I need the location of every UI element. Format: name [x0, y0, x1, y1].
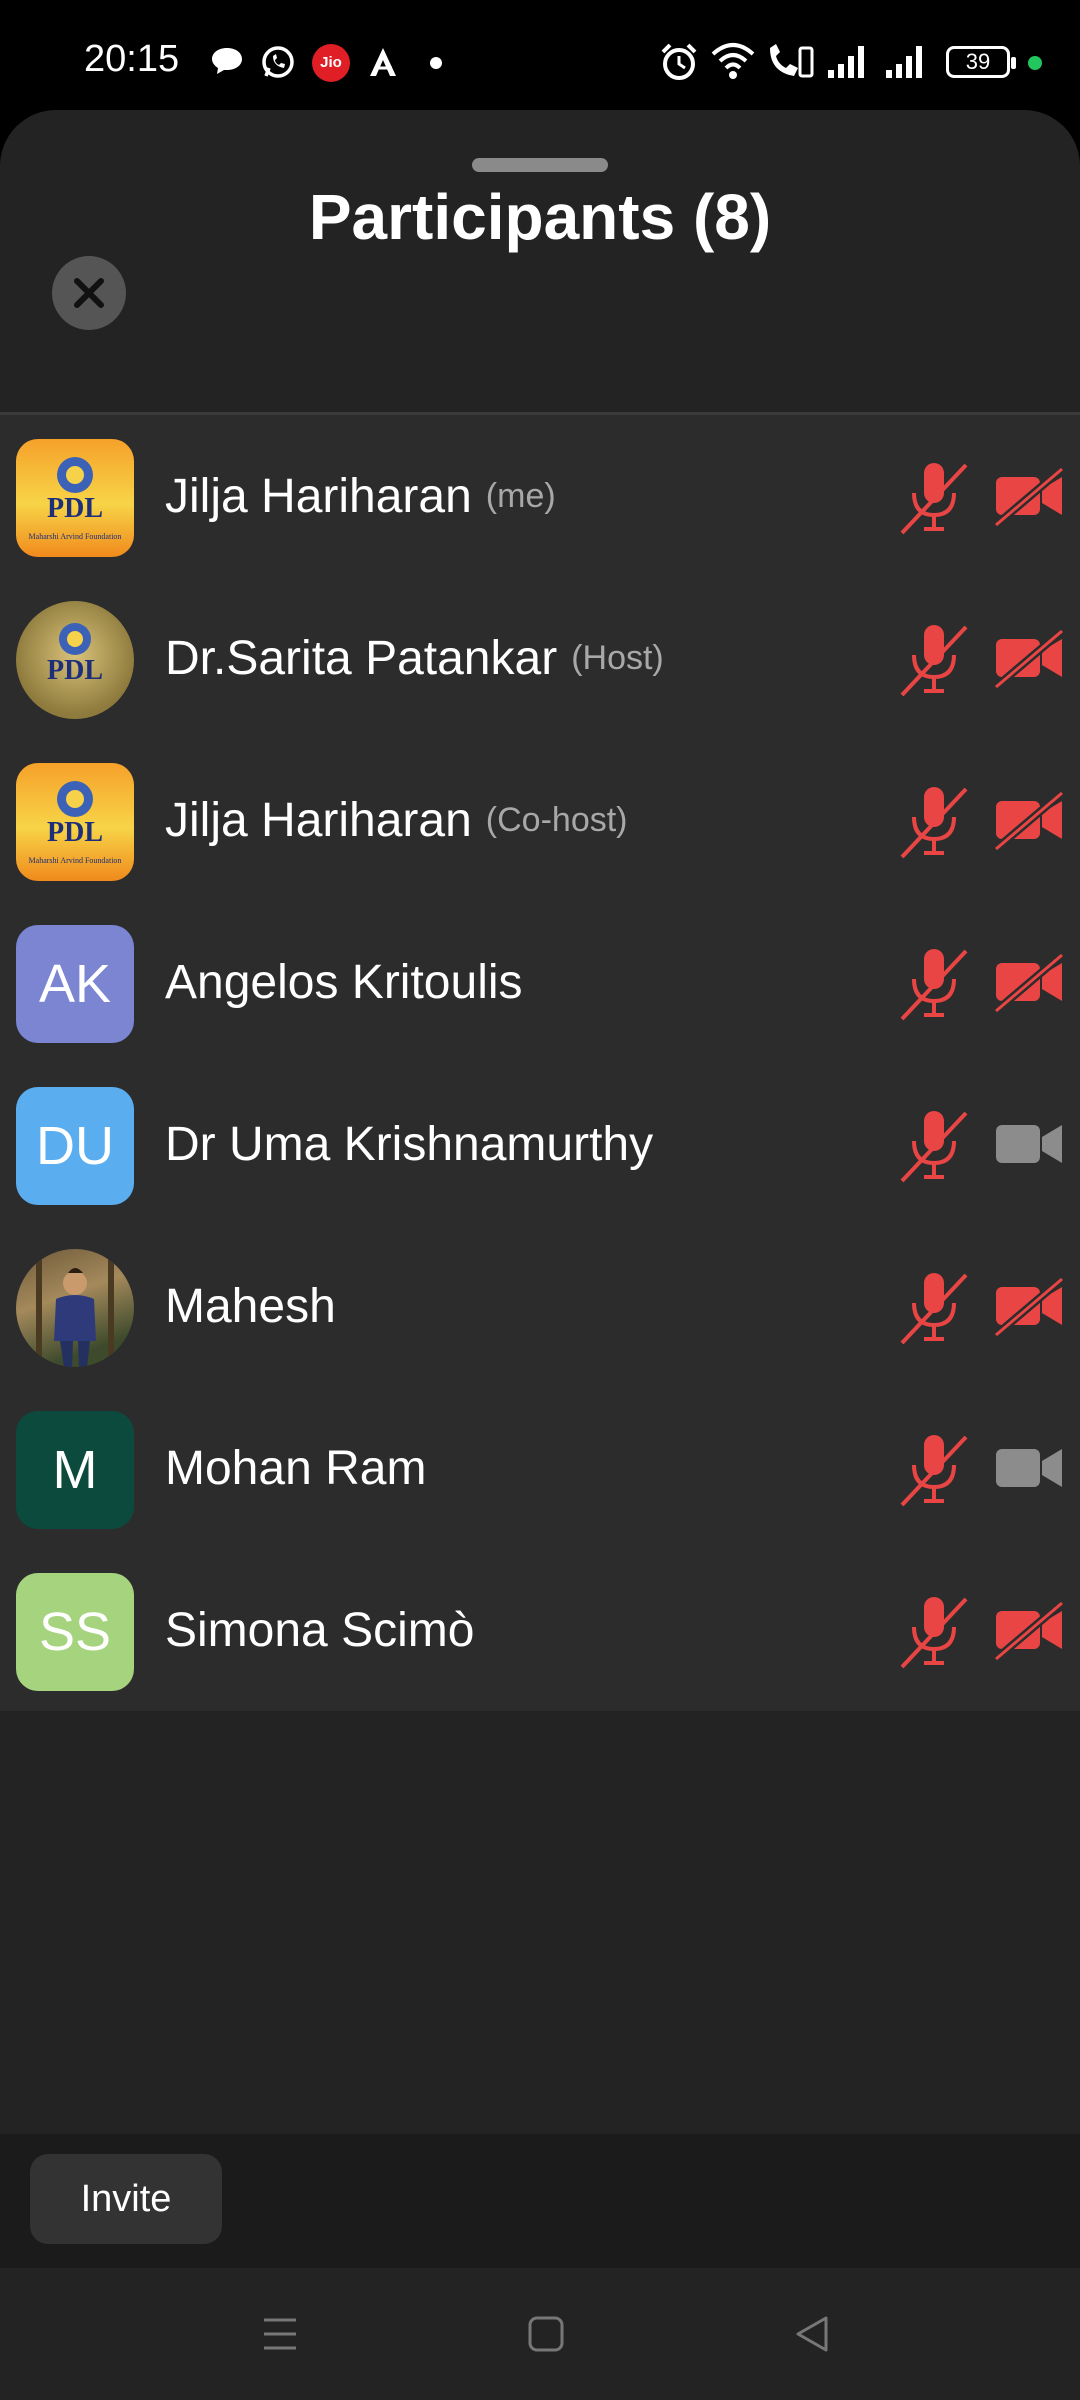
participant-name: Dr.Sarita Patankar: [165, 631, 558, 685]
avatar: [16, 1249, 134, 1367]
participant-name: Jilja Hariharan: [165, 469, 472, 523]
battery-indicator: 39: [946, 46, 1016, 78]
participant-role: (Host): [571, 638, 664, 677]
avatar-initials: SS: [38, 1602, 112, 1662]
close-button[interactable]: [52, 256, 126, 330]
participant-role: (Co-host): [485, 800, 628, 839]
person-photo-icon: [36, 1249, 114, 1367]
participants-sheet: Participants (8) PDL Maharshi Arvind Fou…: [0, 110, 1080, 2270]
avatar: AK: [16, 925, 134, 1043]
participant-name-wrap: Dr Uma Krishnamurthy: [165, 1063, 653, 1225]
wifi-icon: [711, 43, 755, 79]
bottom-action-bar: Invite: [0, 2134, 1080, 2268]
chat-bubble-icon: [212, 48, 242, 74]
privacy-dot: [1028, 56, 1042, 70]
mic-muted-icon[interactable]: [898, 783, 970, 859]
avatar: SS: [16, 1573, 134, 1691]
participant-name-wrap: Mohan Ram: [165, 1387, 426, 1549]
invite-button[interactable]: Invite: [30, 2154, 222, 2244]
status-bar: 20:15 Jio 39: [0, 0, 1080, 110]
avatar: PDL: [16, 601, 134, 719]
mic-muted-icon[interactable]: [898, 1107, 970, 1183]
participant-row[interactable]: SS Simona Scimò: [0, 1549, 1080, 1711]
participant-name-wrap: Simona Scimò: [165, 1549, 474, 1711]
pdl-logo-caption: Maharshi Arvind Foundation: [29, 856, 122, 865]
page-title: Participants (8): [308, 181, 772, 253]
participant-name-wrap: Jilja Hariharan (me): [165, 415, 556, 577]
participant-name-wrap: Jilja Hariharan (Co-host): [165, 739, 628, 901]
home-icon[interactable]: [526, 2312, 566, 2356]
participant-row[interactable]: AK Angelos Kritoulis: [0, 901, 1080, 1063]
whatsapp-icon: [262, 46, 294, 78]
video-off-icon[interactable]: [992, 951, 1066, 1013]
jio-icon: Jio: [312, 44, 350, 82]
avatar: DU: [16, 1087, 134, 1205]
participant-name: Jilja Hariharan: [165, 793, 472, 847]
video-off-icon[interactable]: [992, 1275, 1066, 1337]
video-on-icon[interactable]: [992, 1437, 1066, 1499]
volte-call-icon: [770, 44, 814, 78]
participant-row[interactable]: PDL Maharshi Arvind Foundation Jilja Har…: [0, 415, 1080, 577]
pdl-logo-icon: PDL Maharshi Arvind Foundation: [29, 781, 122, 865]
mic-muted-icon[interactable]: [898, 459, 970, 535]
participant-row[interactable]: DU Dr Uma Krishnamurthy: [0, 1063, 1080, 1225]
participant-row[interactable]: Mahesh: [0, 1225, 1080, 1387]
mic-muted-icon[interactable]: [898, 1431, 970, 1507]
mic-muted-icon[interactable]: [898, 621, 970, 697]
pdl-logo-text: PDL: [47, 493, 103, 524]
pdl-logo-caption: Maharshi Arvind Foundation: [29, 532, 122, 541]
status-time: 20:15: [84, 38, 180, 80]
system-nav-bar: [0, 2268, 1080, 2400]
signal-icon: [828, 46, 864, 78]
avatar-initials: AK: [38, 954, 112, 1014]
avatar: M: [16, 1411, 134, 1529]
signal-icon-2: [886, 46, 922, 78]
participant-name: Dr Uma Krishnamurthy: [165, 1117, 654, 1171]
dot-icon: [430, 57, 442, 69]
drag-handle[interactable]: [472, 158, 608, 172]
menu-icon[interactable]: [260, 2312, 300, 2356]
avatar: PDL Maharshi Arvind Foundation: [16, 439, 134, 557]
avatar-initials: M: [52, 1440, 98, 1500]
pdl-logo-icon: PDL: [47, 623, 103, 686]
participant-name-wrap: Mahesh: [165, 1225, 336, 1387]
jio-icon-text: Jio: [320, 54, 342, 71]
mic-muted-icon[interactable]: [898, 945, 970, 1021]
pdl-logo-icon: PDL Maharshi Arvind Foundation: [29, 457, 122, 541]
avatar-initials: DU: [36, 1116, 114, 1176]
participant-role: (me): [485, 476, 556, 515]
close-icon: [74, 278, 104, 308]
participant-row[interactable]: M Mohan Ram: [0, 1387, 1080, 1549]
participant-row[interactable]: PDL Maharshi Arvind Foundation Jilja Har…: [0, 739, 1080, 901]
pdl-logo-text: PDL: [47, 817, 103, 848]
participant-name: Mohan Ram: [165, 1441, 427, 1495]
arrow-app-icon: [370, 48, 396, 76]
participant-name: Mahesh: [165, 1279, 336, 1333]
participant-row[interactable]: PDL Dr.Sarita Patankar (Host): [0, 577, 1080, 739]
participants-list: PDL Maharshi Arvind Foundation Jilja Har…: [0, 415, 1080, 1711]
participant-name: Simona Scimò: [165, 1603, 475, 1657]
avatar: PDL Maharshi Arvind Foundation: [16, 763, 134, 881]
video-off-icon[interactable]: [992, 1599, 1066, 1661]
video-off-icon[interactable]: [992, 789, 1066, 851]
participant-name-wrap: Angelos Kritoulis: [165, 901, 523, 1063]
mic-muted-icon[interactable]: [898, 1269, 970, 1345]
participant-name: Angelos Kritoulis: [165, 955, 523, 1009]
back-icon[interactable]: [792, 2312, 832, 2356]
video-off-icon[interactable]: [992, 627, 1066, 689]
video-off-icon[interactable]: [992, 465, 1066, 527]
pdl-logo-text: PDL: [47, 655, 103, 686]
alarm-icon: [661, 43, 697, 80]
video-on-icon[interactable]: [992, 1113, 1066, 1175]
participant-name-wrap: Dr.Sarita Patankar (Host): [165, 577, 664, 739]
mic-muted-icon[interactable]: [898, 1593, 970, 1669]
